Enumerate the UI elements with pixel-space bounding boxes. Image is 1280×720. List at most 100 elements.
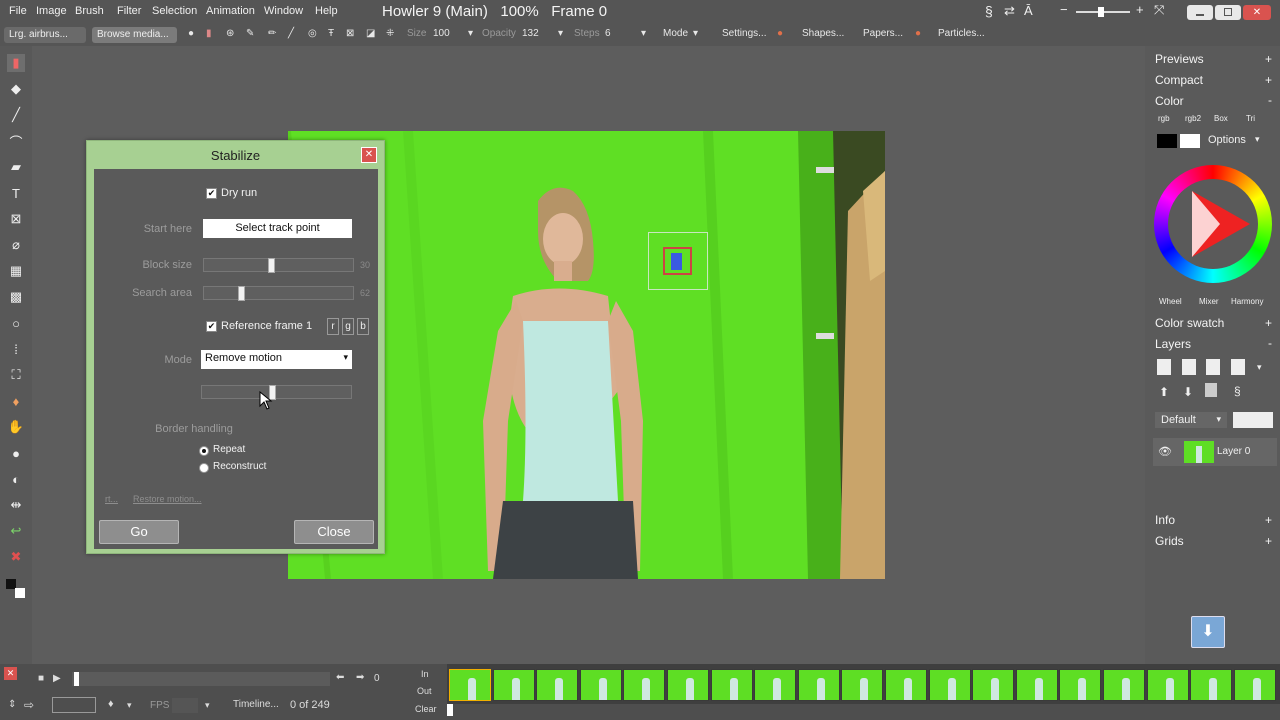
channel-g-button[interactable]: g — [342, 318, 354, 335]
menu-filter[interactable]: Filter — [117, 5, 141, 17]
steps-value[interactable]: 6 — [605, 28, 611, 39]
play-icon[interactable]: ▶ — [53, 673, 61, 684]
stop-icon[interactable]: ■ — [38, 673, 44, 684]
layers-menu-arrow-icon[interactable]: ▾ — [1257, 362, 1262, 373]
block-size-slider-thumb[interactable] — [268, 258, 275, 273]
zoom-out-icon[interactable]: − — [1060, 2, 1068, 17]
curve-tool-icon[interactable]: ⌒ — [7, 132, 25, 150]
download-icon[interactable]: ⬇ — [1191, 616, 1225, 648]
next-frame-icon[interactable]: ➡ — [356, 672, 364, 683]
clear-label[interactable]: Clear — [415, 704, 437, 714]
compact-plus-icon[interactable]: + — [1265, 73, 1272, 87]
filmstrip-frame[interactable] — [885, 669, 927, 701]
size-arrow-icon[interactable]: ▾ — [468, 28, 473, 39]
smoothing-slider[interactable] — [201, 385, 352, 400]
menu-image[interactable]: Image — [36, 5, 67, 17]
color-options-button[interactable]: Options — [1208, 134, 1246, 146]
mixer-tab[interactable]: Mixer — [1199, 297, 1219, 306]
swap-icon[interactable]: ⇄ — [1004, 3, 1015, 19]
search-area-slider-thumb[interactable] — [238, 286, 245, 301]
background-color[interactable] — [1180, 134, 1200, 148]
filmstrip-frame[interactable] — [1015, 669, 1058, 701]
browse-media-button[interactable]: Browse media... — [92, 27, 177, 43]
clear-tool-icon[interactable]: ✖ — [7, 548, 25, 566]
info-header[interactable]: Info — [1155, 513, 1175, 527]
reference-frame-checkbox[interactable]: ✔ — [206, 321, 217, 332]
shapes-button[interactable]: Shapes... — [802, 28, 844, 39]
dot-brush-icon[interactable]: ● — [188, 28, 194, 39]
scrubber-thumb[interactable] — [74, 672, 79, 686]
opacity-arrow-icon[interactable]: ▾ — [558, 28, 563, 39]
color-minus-icon[interactable]: - — [1268, 93, 1272, 107]
layer-mask-icon[interactable] — [1205, 383, 1217, 397]
frame-tools[interactable] — [52, 697, 96, 713]
channel-b-button[interactable]: b — [357, 318, 369, 335]
onion-arrow-icon[interactable]: ▾ — [127, 700, 132, 711]
pattern-icon[interactable]: ⊛ — [226, 28, 234, 39]
filmstrip-frame[interactable] — [667, 669, 709, 701]
menu-window[interactable]: Window — [264, 5, 303, 17]
scroll-updown-icon[interactable]: ⇕ — [8, 699, 16, 710]
pipette-tool-icon[interactable]: ⁞ — [7, 340, 25, 358]
restore-motion-link[interactable]: Restore motion... — [133, 494, 202, 504]
font-icon[interactable]: Ā — [1024, 3, 1033, 18]
block-size-slider[interactable] — [203, 258, 354, 273]
finger-tool-icon[interactable]: ♦ — [7, 392, 25, 410]
clone-tool-icon[interactable]: ◐ — [7, 470, 25, 488]
layers-header[interactable]: Layers — [1155, 337, 1191, 351]
layer-visibility-icon[interactable]: 👁 — [1158, 445, 1172, 458]
mode-arrow-icon[interactable]: ▾ — [693, 28, 698, 39]
previews-header[interactable]: Previews — [1155, 52, 1204, 66]
fill-tool-icon[interactable]: ◆ — [7, 80, 25, 98]
layer-up-icon[interactable]: ⬆ — [1159, 385, 1169, 399]
duplicate-layer-icon[interactable] — [1206, 359, 1220, 375]
crop-icon[interactable]: ◪ — [366, 28, 375, 39]
filmstrip-frame[interactable] — [1190, 669, 1233, 701]
zoom-tool-icon[interactable]: ○ — [7, 314, 25, 332]
fps-arrow-icon[interactable]: ▾ — [205, 700, 210, 711]
zoom-slider-thumb[interactable] — [1098, 7, 1104, 17]
mode-button[interactable]: Mode — [663, 28, 688, 39]
pattern-tool-icon[interactable]: ▦ — [7, 262, 25, 280]
eraser-tool-icon[interactable]: ▰ — [7, 158, 25, 176]
fit-icon[interactable]: ⤧ — [1154, 2, 1164, 18]
grids-header[interactable]: Grids — [1155, 534, 1184, 548]
blend-mode-select[interactable]: Default ▾ — [1155, 412, 1227, 428]
light-tool-icon[interactable]: ● — [7, 444, 25, 462]
filmstrip-frame[interactable] — [797, 669, 840, 701]
filmstrip-frame[interactable] — [710, 669, 753, 701]
color-triangle[interactable] — [1154, 165, 1272, 283]
channel-r-button[interactable]: r — [327, 318, 339, 335]
select-track-point-button[interactable]: Select track point — [203, 219, 352, 238]
layer-opacity-field[interactable] — [1233, 412, 1273, 428]
compact-header[interactable]: Compact — [1155, 73, 1203, 87]
close-button[interactable]: Close — [294, 520, 374, 544]
layer-row[interactable]: 👁 Layer 0 — [1153, 438, 1277, 466]
close-window-button[interactable]: ✕ — [1243, 5, 1271, 20]
color-swatch-header[interactable]: Color swatch — [1155, 316, 1224, 330]
filmstrip-frame[interactable] — [928, 669, 971, 701]
filmstrip-frame[interactable] — [449, 669, 491, 701]
layer-name[interactable]: Layer 0 — [1217, 446, 1250, 457]
playback-scrubber[interactable] — [72, 672, 330, 686]
info-plus-icon[interactable]: + — [1265, 513, 1272, 527]
transform-icon[interactable]: ⊠ — [346, 28, 354, 39]
warp-tool-icon[interactable]: ⇹ — [7, 496, 25, 514]
filmstrip-frame[interactable] — [492, 669, 535, 701]
filmstrip-range-thumb[interactable] — [447, 704, 453, 716]
color-swatch-plus-icon[interactable]: + — [1265, 316, 1272, 330]
filmstrip-frame[interactable] — [1059, 669, 1102, 701]
layer-down-icon[interactable]: ⬇ — [1183, 385, 1193, 399]
mode-select[interactable]: Remove motion ▾ — [201, 350, 352, 369]
filmstrip-frame[interactable] — [536, 669, 579, 701]
timeline-button[interactable]: Timeline... — [233, 699, 279, 710]
track-point-marker[interactable] — [671, 253, 682, 270]
search-area-slider[interactable] — [203, 286, 354, 301]
color-tab-tri[interactable]: Tri — [1246, 114, 1255, 123]
fps-field[interactable] — [172, 698, 198, 713]
ring-icon[interactable]: ◎ — [308, 28, 317, 39]
color-wheel[interactable] — [1154, 165, 1272, 283]
wheel-tab[interactable]: Wheel — [1159, 297, 1182, 306]
filmstrip-frame[interactable] — [1233, 669, 1276, 701]
layers-minus-icon[interactable]: - — [1268, 336, 1272, 350]
